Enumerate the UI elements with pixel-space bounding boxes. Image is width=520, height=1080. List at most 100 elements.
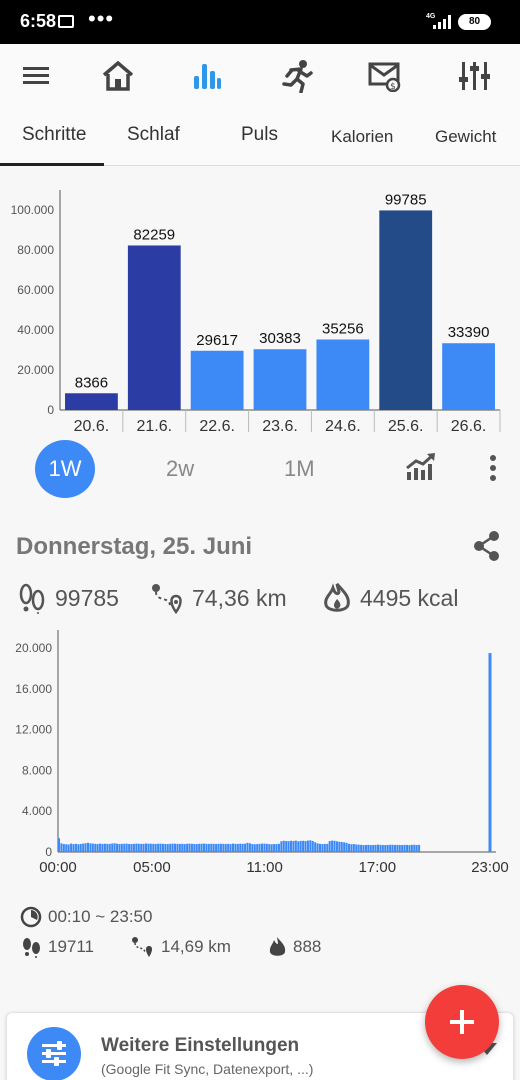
status-bar: 6:58 ••• 4G 80 (0, 0, 520, 44)
tab-puls[interactable]: Puls (241, 124, 278, 146)
summary-calories: 888 (267, 936, 321, 958)
bar-value-label: 99785 (385, 191, 427, 208)
intraday-bar (406, 844, 409, 852)
tab-kalorien[interactable]: Kalorien (331, 127, 393, 147)
y-tick-label: 60.000 (17, 283, 54, 297)
intraday-bar (99, 843, 102, 852)
intraday-bar (396, 844, 399, 852)
mail-icon (58, 15, 74, 28)
intraday-bar (369, 845, 372, 852)
intraday-bar (386, 844, 389, 852)
x-tick-label: 20.6. (74, 418, 110, 435)
y-tick-label: 0 (47, 403, 54, 417)
intraday-bar (181, 843, 184, 852)
intraday-bar (248, 843, 251, 852)
trend-chart-icon[interactable] (405, 452, 437, 482)
intraday-bar (253, 844, 256, 852)
intraday-bar (314, 842, 317, 852)
intraday-bar (212, 843, 215, 852)
intraday-bar (111, 843, 114, 852)
intraday-bar (374, 844, 377, 852)
intraday-bar (164, 843, 167, 852)
x-tick-label: 00:00 (39, 859, 77, 876)
intraday-bar (265, 843, 268, 852)
intraday-bar (338, 841, 341, 852)
bar (379, 210, 433, 410)
spike-bar (488, 653, 492, 852)
intraday-bar (159, 843, 162, 852)
svg-text:$: $ (390, 82, 396, 92)
intraday-bar (316, 843, 319, 852)
more-options-icon[interactable] (488, 454, 498, 484)
intraday-bar (415, 844, 418, 852)
intraday-bar (268, 844, 271, 852)
intraday-bar (299, 840, 302, 852)
tab-schlaf[interactable]: Schlaf (127, 124, 180, 146)
summary-steps: 19711 (20, 936, 94, 958)
intraday-bar (89, 843, 92, 852)
intraday-bar (190, 843, 193, 852)
intraday-bar (106, 843, 109, 852)
sliders-icon[interactable] (455, 56, 495, 96)
bar-value-label: 33390 (448, 324, 490, 341)
menu-icon[interactable] (17, 56, 57, 96)
intraday-bar (137, 843, 140, 852)
intraday-bar (227, 843, 230, 852)
settings-card-title: Weitere Einstellungen (101, 1035, 300, 1056)
intraday-bar (178, 843, 181, 852)
flame-icon (269, 937, 286, 956)
weekly-steps-chart: 0 20.000 40.000 60.000 80.000 100.000 8366 20.6… (11, 190, 501, 435)
intraday-bar (403, 844, 406, 852)
tab-bar: Schritte Schlaf Puls Kalorien Gewicht (0, 108, 520, 166)
intraday-bar (203, 843, 206, 852)
x-tick-label: 17:00 (359, 859, 397, 876)
intraday-bar (94, 843, 97, 852)
intraday-bar (188, 843, 191, 852)
range-1m-button[interactable]: 1M (284, 456, 315, 482)
intraday-bar (381, 844, 384, 852)
summary-steps-value: 19711 (48, 937, 95, 956)
tab-gewicht[interactable]: Gewicht (435, 127, 496, 147)
mail-badge-icon[interactable]: $ (365, 56, 405, 96)
intraday-bar (401, 845, 404, 852)
summary-distance: 14,69 km (131, 936, 231, 958)
intraday-bar (130, 844, 133, 852)
intraday-bar (408, 845, 411, 852)
add-button[interactable] (425, 985, 499, 1059)
intraday-bar (285, 840, 288, 852)
intraday-bar (103, 843, 106, 852)
intraday-bar (321, 844, 324, 852)
intraday-bar (171, 843, 174, 852)
intraday-bar (294, 840, 297, 852)
intraday-bar (154, 843, 157, 852)
stats-icon[interactable] (187, 56, 227, 96)
bar (127, 245, 181, 410)
footprints-icon (23, 938, 40, 958)
tab-schritte[interactable]: Schritte (22, 124, 86, 146)
plus-icon (450, 1010, 474, 1034)
intraday-bar (246, 842, 249, 852)
running-icon[interactable] (276, 56, 316, 96)
intraday-bar (65, 844, 68, 852)
intraday-bar (413, 844, 416, 852)
share-icon[interactable] (472, 530, 502, 562)
intraday-bar (355, 844, 358, 852)
intraday-bar (96, 844, 99, 852)
intraday-bar (210, 843, 213, 852)
summary-time-range: 00:10 ~ 23:50 (48, 907, 153, 926)
flame-icon (324, 583, 350, 612)
intraday-bar (236, 843, 239, 852)
intraday-bar (309, 840, 312, 852)
x-tick-label: 21.6. (136, 418, 172, 435)
intraday-bar (113, 843, 116, 852)
intraday-bar (379, 844, 382, 852)
intraday-bar (157, 843, 160, 852)
intraday-bar (297, 841, 300, 852)
intraday-bar (135, 843, 138, 852)
y-tick-label: 100.000 (11, 203, 55, 217)
home-icon[interactable] (98, 56, 138, 96)
range-2w-button[interactable]: 2w (166, 456, 194, 482)
range-1w-button[interactable]: 1W (35, 440, 95, 498)
intraday-bar (389, 844, 392, 852)
intraday-bar (367, 844, 370, 852)
